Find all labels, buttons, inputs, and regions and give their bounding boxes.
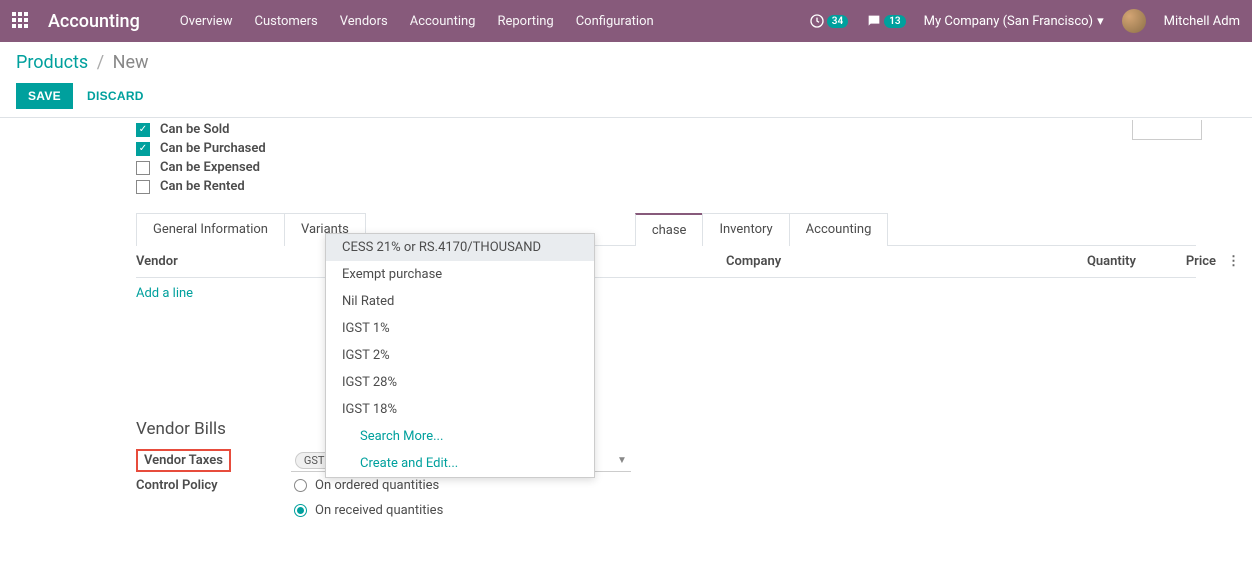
control-bar: Products / New SAVE DISCARD xyxy=(0,42,1252,118)
row-control-policy: Control Policy On ordered quantities On … xyxy=(136,478,1196,518)
chat-icon xyxy=(866,13,882,29)
tab-purchase-partial[interactable]: chase xyxy=(635,213,704,246)
checkbox-label: Can be Sold xyxy=(160,122,230,137)
form-actions: SAVE DISCARD xyxy=(16,83,1236,109)
add-line-link[interactable]: Add a line xyxy=(136,278,193,309)
radio-received[interactable] xyxy=(294,504,307,517)
col-price: Price xyxy=(1136,254,1216,269)
checkbox-row-rented: Can be Rented xyxy=(136,179,1196,194)
app-title: Accounting xyxy=(48,11,140,32)
dropdown-item[interactable]: Nil Rated xyxy=(326,288,594,315)
image-placeholder[interactable] xyxy=(1132,120,1202,140)
radio-row-received: On received quantities xyxy=(294,503,443,518)
chevron-down-icon[interactable]: ▼ xyxy=(617,455,627,466)
radio-row-ordered: On ordered quantities xyxy=(294,478,443,493)
nav-configuration[interactable]: Configuration xyxy=(576,14,654,29)
radio-label: On ordered quantities xyxy=(315,478,439,493)
save-button[interactable]: SAVE xyxy=(16,83,73,109)
apps-launcher-icon[interactable] xyxy=(12,12,30,30)
avatar[interactable] xyxy=(1122,9,1146,33)
nav-menu: Overview Customers Vendors Accounting Re… xyxy=(180,14,654,29)
messages-count: 13 xyxy=(884,15,905,28)
breadcrumb-parent[interactable]: Products xyxy=(16,52,88,73)
nav-customers[interactable]: Customers xyxy=(254,14,317,29)
clock-icon xyxy=(809,13,825,29)
breadcrumb-current: New xyxy=(113,52,149,73)
dropdown-item[interactable]: IGST 2% xyxy=(326,342,594,369)
nav-overview[interactable]: Overview xyxy=(180,14,233,29)
checkbox-label: Can be Rented xyxy=(160,179,245,194)
tax-dropdown: CESS 21% or RS.4170/THOUSAND Exempt purc… xyxy=(325,233,595,478)
dropdown-item[interactable]: IGST 1% xyxy=(326,315,594,342)
checkbox-can-be-sold[interactable] xyxy=(136,123,150,137)
tabs: General Information Variants chase Inven… xyxy=(136,212,1196,246)
topbar: Accounting Overview Customers Vendors Ac… xyxy=(0,0,1252,42)
nav-vendors[interactable]: Vendors xyxy=(340,14,388,29)
vendor-table-header: Vendor Company Quantity Price ⋮ xyxy=(136,246,1196,278)
company-selector[interactable]: My Company (San Francisco) ▾ xyxy=(924,14,1104,29)
vendor-bills-section: Vendor Bills Vendor Taxes GST 5% ✕ ▼ Con… xyxy=(136,419,1196,518)
checkbox-label: Can be Expensed xyxy=(160,160,260,175)
checkbox-row-expensed: Can be Expensed xyxy=(136,160,1196,175)
user-name: Mitchell Adm xyxy=(1164,14,1240,29)
row-vendor-taxes: Vendor Taxes GST 5% ✕ ▼ xyxy=(136,449,1196,472)
checkbox-can-be-rented[interactable] xyxy=(136,180,150,194)
breadcrumb-separator: / xyxy=(97,52,104,73)
company-name: My Company (San Francisco) xyxy=(924,14,1093,29)
activities-button[interactable]: 34 xyxy=(809,13,848,29)
col-company: Company xyxy=(726,254,1036,269)
radio-ordered[interactable] xyxy=(294,479,307,492)
topbar-right: 34 13 My Company (San Francisco) ▾ Mitch… xyxy=(809,9,1240,33)
dropdown-search-more[interactable]: Search More... xyxy=(326,423,594,450)
dropdown-create-edit[interactable]: Create and Edit... xyxy=(326,450,594,477)
checkbox-can-be-expensed[interactable] xyxy=(136,161,150,175)
messages-button[interactable]: 13 xyxy=(866,13,905,29)
tab-general-information[interactable]: General Information xyxy=(136,213,285,246)
label-vendor-taxes: Vendor Taxes xyxy=(136,449,231,472)
tab-inventory[interactable]: Inventory xyxy=(702,213,789,246)
breadcrumb: Products / New xyxy=(16,52,1236,73)
label-control-policy: Control Policy xyxy=(136,478,294,493)
radio-label: On received quantities xyxy=(315,503,443,518)
dropdown-item[interactable]: IGST 18% xyxy=(326,396,594,423)
form-sheet: Can be Sold Can be Purchased Can be Expe… xyxy=(36,122,1216,544)
nav-reporting[interactable]: Reporting xyxy=(497,14,553,29)
section-title: Vendor Bills xyxy=(136,419,1196,439)
checkbox-row-purchased: Can be Purchased xyxy=(136,141,1196,156)
dropdown-item[interactable]: CESS 21% or RS.4170/THOUSAND xyxy=(326,234,594,261)
col-options-icon[interactable]: ⋮ xyxy=(1216,254,1240,269)
activities-count: 34 xyxy=(827,15,848,28)
col-quantity: Quantity xyxy=(1036,254,1136,269)
checkbox-label: Can be Purchased xyxy=(160,141,266,156)
dropdown-item[interactable]: Exempt purchase xyxy=(326,261,594,288)
control-policy-radios: On ordered quantities On received quanti… xyxy=(294,478,443,518)
checkbox-row-sold: Can be Sold xyxy=(136,122,1196,137)
dropdown-item[interactable]: IGST 28% xyxy=(326,369,594,396)
tab-accounting[interactable]: Accounting xyxy=(789,213,889,246)
discard-button[interactable]: DISCARD xyxy=(87,89,144,103)
checkbox-can-be-purchased[interactable] xyxy=(136,142,150,156)
nav-accounting[interactable]: Accounting xyxy=(410,14,476,29)
chevron-down-icon: ▾ xyxy=(1097,14,1104,29)
